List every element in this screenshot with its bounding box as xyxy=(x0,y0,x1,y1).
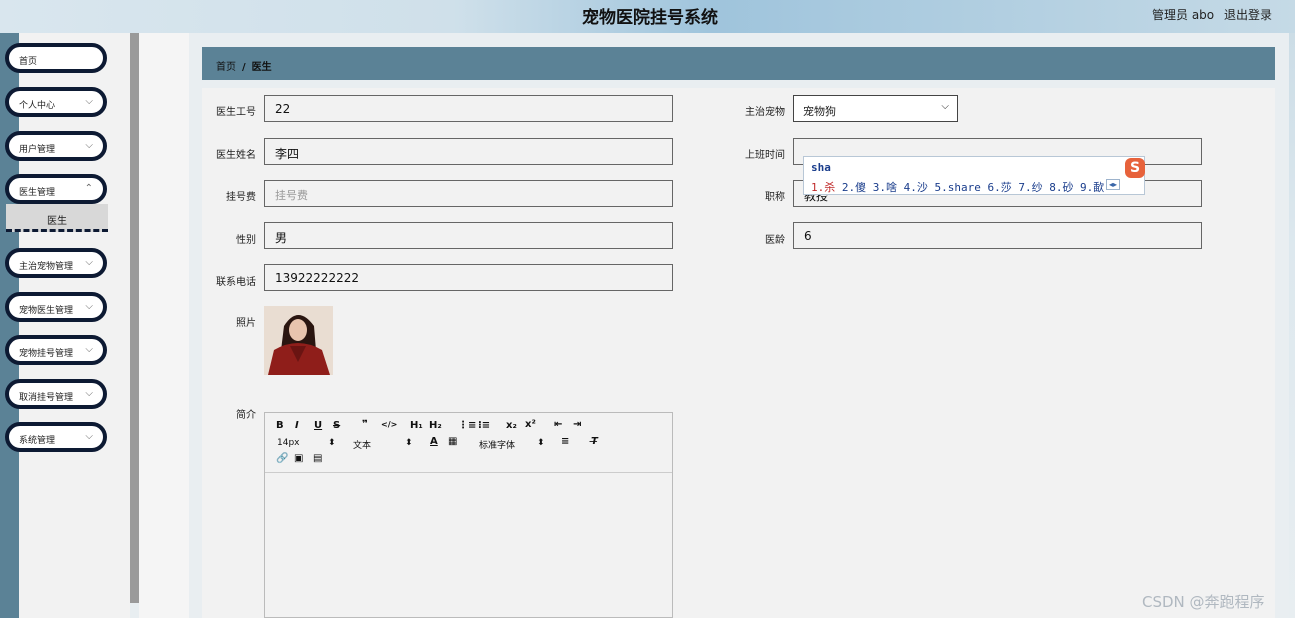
years-label: 医龄 xyxy=(765,235,785,246)
sidebar-item-label: 宠物医生管理 xyxy=(19,306,74,316)
chevron-updown-icon: ⬍ xyxy=(405,438,413,448)
chevron-down-icon: ⌵ xyxy=(85,257,93,268)
gender-field[interactable]: 男 xyxy=(264,222,673,249)
chevron-updown-icon: ⬍ xyxy=(328,438,336,448)
editor-toolbar: B I U S ❞ </> H₁ H₂ ⋮≡ ⁝≡ x₂ x² ⇤ ⇥ 14px… xyxy=(265,413,672,473)
breadcrumb-home[interactable]: 首页 xyxy=(216,62,236,73)
sidebar-item-label: 宠物挂号管理 xyxy=(19,349,74,359)
sidebar-scrollbar[interactable] xyxy=(130,33,139,603)
underline-icon[interactable]: U xyxy=(314,420,322,431)
sidebar-item-pet-doctors[interactable]: 宠物医生管理 ⌵ xyxy=(5,292,107,322)
pet-select[interactable]: 宠物狗 ⌵ xyxy=(793,95,958,122)
doctor-id-field[interactable]: 22 xyxy=(264,95,673,122)
pet-select-value: 宠物狗 xyxy=(803,105,836,118)
sidebar-item-cancellations[interactable]: 取消挂号管理 ⌵ xyxy=(5,379,107,409)
strikethrough-icon[interactable]: S xyxy=(333,420,340,431)
chevron-down-icon: ⌵ xyxy=(85,388,93,399)
sidebar xyxy=(0,33,130,618)
work-time-label: 上班时间 xyxy=(745,150,785,161)
sidebar-item-label: 用户管理 xyxy=(19,145,56,155)
background-color-icon[interactable]: ▦ xyxy=(448,436,457,447)
bold-icon[interactable]: B xyxy=(276,420,284,431)
ime-candidate-popup: sha 1.杀 2.傻 3.啥 4.沙 5.share 6.莎 7.纱 8.砂 … xyxy=(803,156,1145,195)
subscript-icon[interactable]: x₂ xyxy=(506,420,517,431)
user-label: 管理员 abo xyxy=(1152,8,1215,22)
logout-link[interactable]: 退出登录 xyxy=(1224,6,1272,23)
breadcrumb: 首页 / 医生 xyxy=(202,47,1275,80)
font-size-select[interactable]: 14px xyxy=(277,438,300,448)
doctor-photo[interactable] xyxy=(264,306,333,375)
sidebar-item-label: 系统管理 xyxy=(19,436,56,446)
sidebar-item-label: 取消挂号管理 xyxy=(19,393,74,403)
sidebar-item-label: 主治宠物管理 xyxy=(19,262,74,272)
sidebar-subitem-doctor[interactable]: 医生 xyxy=(6,204,108,232)
breadcrumb-current: 医生 xyxy=(251,62,272,73)
chevron-down-icon: ⌵ xyxy=(85,431,93,442)
fee-field[interactable]: 挂号费 xyxy=(264,180,673,207)
link-icon[interactable]: 🔗 xyxy=(276,453,288,464)
text-style-select[interactable]: 文本 xyxy=(353,438,371,451)
sogou-logo-icon: S xyxy=(1125,158,1145,178)
years-field[interactable]: 6 xyxy=(793,222,1202,249)
sidebar-item-users[interactable]: 用户管理 ⌵ xyxy=(5,131,107,161)
blockquote-icon[interactable]: ❞ xyxy=(362,419,368,430)
gender-label: 性别 xyxy=(236,235,256,246)
intro-label: 简介 xyxy=(236,410,256,421)
sidebar-item-registrations[interactable]: 宠物挂号管理 ⌵ xyxy=(5,335,107,365)
title-label: 职称 xyxy=(765,192,785,203)
italic-icon[interactable]: I xyxy=(295,420,299,431)
pet-label: 主治宠物 xyxy=(745,107,785,118)
superscript-icon[interactable]: x² xyxy=(525,419,536,430)
code-icon[interactable]: </> xyxy=(381,420,397,429)
align-icon[interactable]: ≡ xyxy=(561,436,569,447)
content-gutter xyxy=(139,33,189,618)
ime-first-candidate[interactable]: 1.杀 xyxy=(811,181,835,194)
ime-other-candidates[interactable]: 2.傻 3.啥 4.沙 5.share 6.莎 7.纱 8.砂 9.歃 xyxy=(842,181,1104,194)
chevron-down-icon: ⌵ xyxy=(85,140,93,151)
sidebar-item-label: 首页 xyxy=(19,57,38,67)
sidebar-item-profile[interactable]: 个人中心 ⌵ xyxy=(5,87,107,117)
clear-format-icon[interactable]: T̶ xyxy=(591,436,598,447)
chevron-down-icon: ⌵ xyxy=(941,101,949,112)
doctor-id-label: 医生工号 xyxy=(216,107,256,118)
phone-label: 联系电话 xyxy=(216,277,256,288)
header-2-icon[interactable]: H₂ xyxy=(429,420,442,431)
header-1-icon[interactable]: H₁ xyxy=(410,420,423,431)
font-color-icon[interactable]: A xyxy=(430,436,438,447)
chevron-updown-icon: ⬍ xyxy=(537,438,545,448)
video-icon[interactable]: ▤ xyxy=(313,453,322,464)
indent-icon[interactable]: ⇥ xyxy=(573,419,581,430)
editor-content[interactable] xyxy=(265,473,672,618)
doctor-name-label: 医生姓名 xyxy=(216,150,256,161)
ordered-list-icon[interactable]: ⋮≡ xyxy=(458,420,476,431)
top-bar: 宠物医院挂号系统 管理员 abo 退出登录 xyxy=(0,0,1295,33)
rich-text-editor: B I U S ❞ </> H₁ H₂ ⋮≡ ⁝≡ x₂ x² ⇤ ⇥ 14px… xyxy=(264,412,673,618)
app-title: 宠物医院挂号系统 xyxy=(582,8,718,28)
ime-pager-icon[interactable]: ◂▸ xyxy=(1106,179,1121,190)
fee-label: 挂号费 xyxy=(226,192,256,203)
sidebar-item-system[interactable]: 系统管理 ⌵ xyxy=(5,422,107,452)
ime-candidate-list[interactable]: 1.杀 2.傻 3.啥 4.沙 5.share 6.莎 7.纱 8.砂 9.歃 xyxy=(811,179,1104,195)
watermark: CSDN @奔跑程序 xyxy=(1142,593,1265,611)
phone-field[interactable]: 13922222222 xyxy=(264,264,673,291)
sidebar-item-label: 个人中心 xyxy=(19,101,56,111)
doctor-name-field[interactable]: 李四 xyxy=(264,138,673,165)
sidebar-item-pets[interactable]: 主治宠物管理 ⌵ xyxy=(5,248,107,278)
chevron-down-icon: ⌵ xyxy=(85,96,93,107)
image-icon[interactable]: ▣ xyxy=(294,453,303,464)
sidebar-item-label: 医生管理 xyxy=(19,188,56,198)
photo-label: 照片 xyxy=(236,318,256,329)
sidebar-item-doctors[interactable]: 医生管理 ⌃ xyxy=(5,174,107,204)
ime-composition: sha xyxy=(811,161,831,174)
chevron-down-icon: ⌵ xyxy=(85,301,93,312)
chevron-up-icon: ⌃ xyxy=(84,183,93,194)
sidebar-item-home[interactable]: 首页 xyxy=(5,43,107,73)
breadcrumb-separator: / xyxy=(242,62,246,73)
outdent-icon[interactable]: ⇤ xyxy=(554,419,562,430)
sidebar-edge xyxy=(0,33,19,618)
bullet-list-icon[interactable]: ⁝≡ xyxy=(478,420,490,431)
font-family-select[interactable]: 标准字体 xyxy=(479,438,515,451)
chevron-down-icon: ⌵ xyxy=(85,344,93,355)
